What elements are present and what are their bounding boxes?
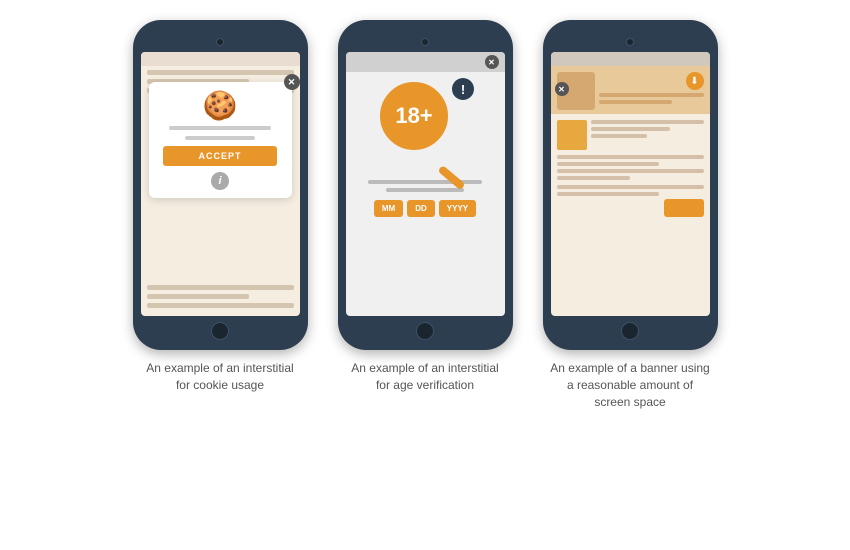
screen-2-line-1 [368, 180, 482, 184]
banner-top: ⬇ [551, 66, 710, 114]
bottom-line-1 [147, 285, 294, 290]
phone-camera-1 [216, 38, 224, 46]
magnifier-glass: 18+ [380, 82, 448, 150]
accept-button[interactable]: ACCEPT [163, 146, 277, 166]
screen-2-line-2 [386, 188, 465, 192]
magnifier-container: 18+ ! [380, 82, 470, 172]
phone-screen-1: ✕ 🍪 ACCEPT i [141, 52, 300, 316]
body-line-1 [591, 120, 704, 124]
cookie-modal: ✕ 🍪 ACCEPT i [149, 82, 292, 198]
phone-age: ✕ 18+ ! MM [338, 20, 513, 350]
age-label: 18+ [395, 103, 432, 129]
caption-1: An example of an interstitial for cookie… [140, 360, 300, 394]
date-field-yyyy[interactable]: YYYY [439, 200, 476, 217]
body-line-3 [591, 134, 648, 138]
date-field-mm[interactable]: MM [374, 200, 403, 217]
banner-line-2 [599, 100, 673, 104]
body-line-9 [557, 192, 660, 196]
phone-wrapper-3: ✕ ⬇ [543, 20, 718, 410]
modal-close-btn[interactable]: ✕ [284, 74, 300, 90]
phone-screen-3: ✕ ⬇ [551, 52, 710, 316]
screen-3-topbar [551, 52, 710, 66]
info-icon[interactable]: i [211, 172, 229, 190]
banner-icon-row: ⬇ [599, 72, 704, 90]
phone-screen-2: ✕ 18+ ! MM [346, 52, 505, 316]
caption-3: An example of a banner using a reasonabl… [550, 360, 710, 410]
body-thumbnail-sm [557, 120, 587, 150]
phone-home-btn-1[interactable] [211, 322, 229, 340]
bottom-lines-1 [147, 285, 294, 308]
banner-line-1 [599, 93, 704, 97]
body-line-5 [557, 162, 660, 166]
screen-2-lines [354, 180, 497, 192]
top-bar-1 [141, 52, 300, 66]
phone-home-btn-2[interactable] [416, 322, 434, 340]
body-block-2 [557, 185, 704, 217]
body-row-1 [557, 120, 704, 150]
warning-badge: ! [452, 78, 474, 100]
modal-line-1 [169, 126, 271, 130]
phone-camera-2 [421, 38, 429, 46]
content-line [147, 70, 294, 75]
body-line-8 [557, 185, 704, 189]
phone-wrapper-2: ✕ 18+ ! MM [338, 20, 513, 394]
screen-3-body [551, 114, 710, 316]
phone-home-btn-3[interactable] [621, 322, 639, 340]
phone-cookie: ✕ 🍪 ACCEPT i [133, 20, 308, 350]
date-field-dd[interactable]: DD [407, 200, 435, 217]
topbar-close-btn[interactable]: ✕ [485, 55, 499, 69]
screen-2-topbar: ✕ [346, 52, 505, 72]
phone-banner: ✕ ⬇ [543, 20, 718, 350]
cookie-icon: 🍪 [203, 92, 238, 120]
banner-area: ✕ ⬇ [551, 66, 710, 114]
cta-button-sm[interactable] [664, 199, 704, 217]
phones-container: ✕ 🍪 ACCEPT i An example of an interstiti… [30, 20, 820, 540]
banner-close-btn[interactable]: ✕ [555, 82, 569, 96]
body-line-2 [591, 127, 670, 131]
phone-wrapper-1: ✕ 🍪 ACCEPT i An example of an interstiti… [133, 20, 308, 394]
body-line-7 [557, 176, 631, 180]
body-lines [591, 120, 704, 150]
download-icon[interactable]: ⬇ [686, 72, 704, 90]
screen-2-content: 18+ ! MM DD YYYY [346, 72, 505, 316]
banner-right: ⬇ [599, 72, 704, 110]
bottom-line-3 [147, 303, 294, 308]
date-fields: MM DD YYYY [354, 200, 497, 217]
modal-line-2 [185, 136, 255, 140]
caption-2: An example of an interstitial for age ve… [345, 360, 505, 394]
bottom-line-2 [147, 294, 250, 299]
body-block-1 [557, 155, 704, 180]
body-line-6 [557, 169, 704, 173]
body-line-4 [557, 155, 704, 159]
phone-camera-3 [626, 38, 634, 46]
